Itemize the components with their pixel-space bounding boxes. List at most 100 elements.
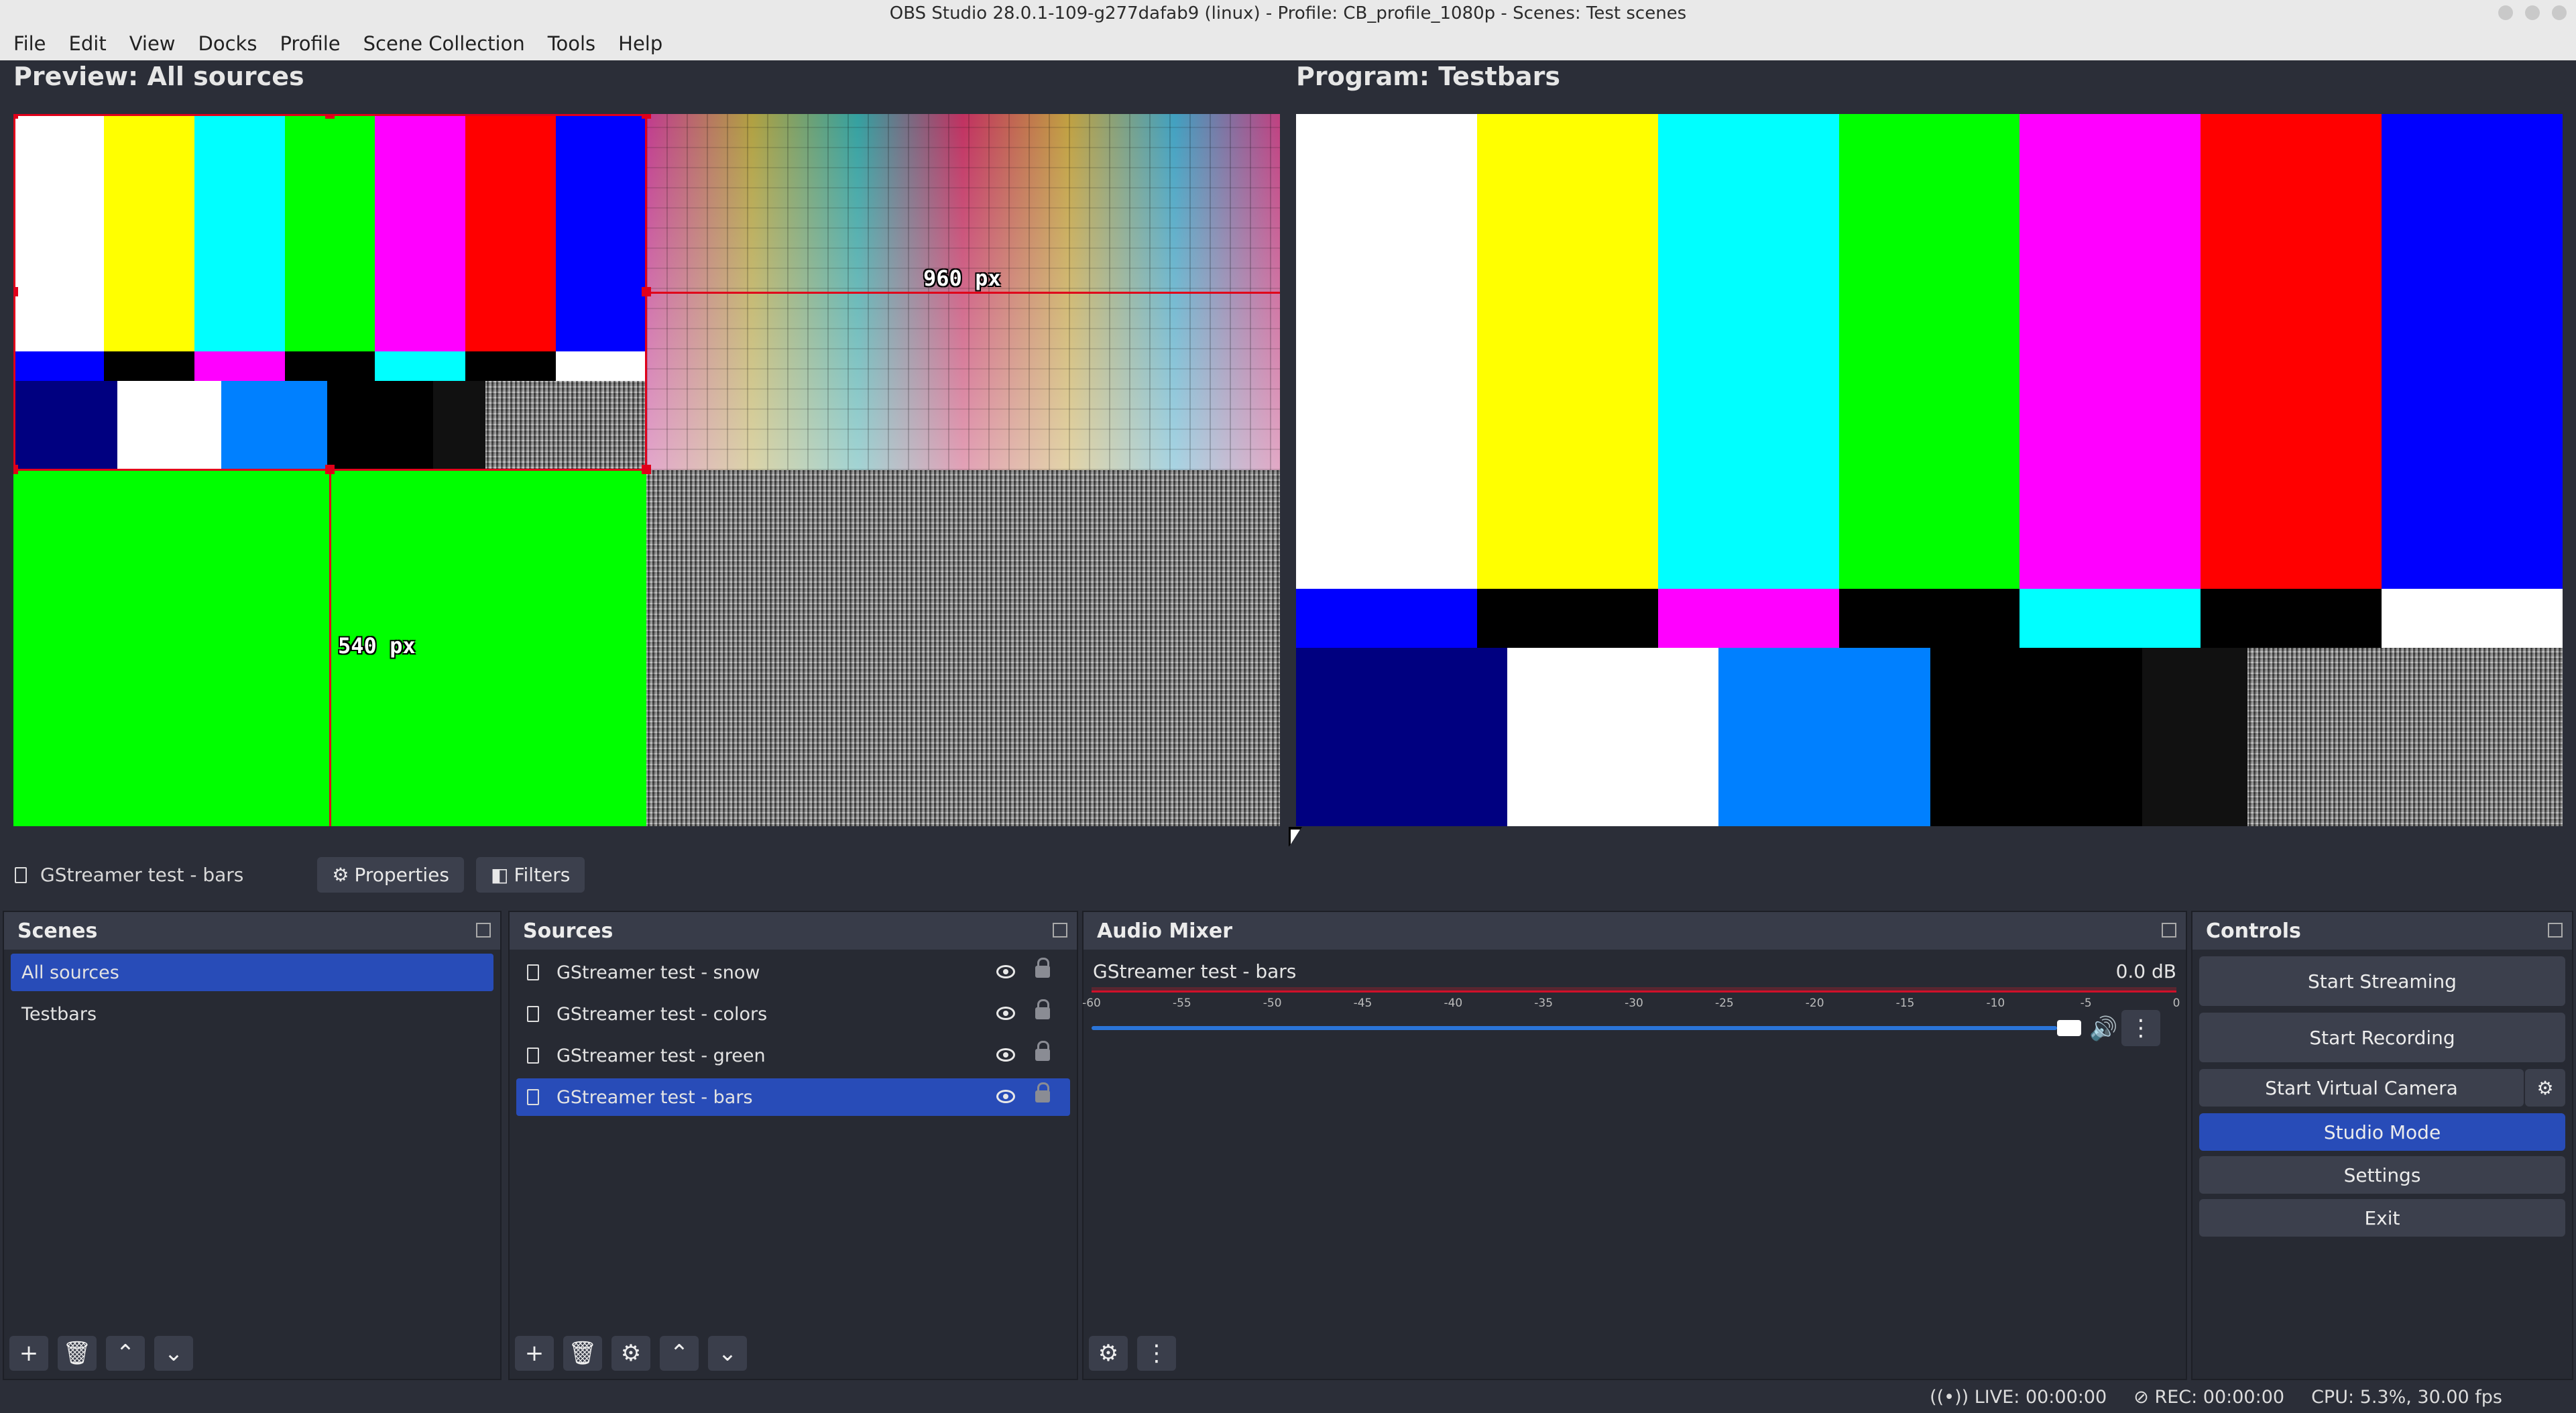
menu-edit[interactable]: Edit <box>62 30 113 58</box>
menu-profile[interactable]: Profile <box>273 30 347 58</box>
move-source-up-button[interactable]: ⌃ <box>660 1336 699 1371</box>
source-item-label: GStreamer test - green <box>557 1045 766 1066</box>
source-item-bars[interactable]: GStreamer test - bars <box>516 1078 1070 1116</box>
resize-handle-top-right[interactable] <box>642 114 651 119</box>
preview-canvas[interactable]: 960 px 540 px <box>13 114 1280 826</box>
program-bars-top-row <box>1296 114 2563 589</box>
remove-source-button[interactable]: 🗑 <box>563 1336 602 1371</box>
snow-source-preview[interactable] <box>646 470 1280 826</box>
start-virtual-camera-button[interactable]: Start Virtual Camera <box>2199 1069 2524 1107</box>
move-scene-up-button[interactable]: ⌃ <box>106 1336 145 1371</box>
resize-handle-bottom-left[interactable] <box>13 465 18 474</box>
settings-button[interactable]: Settings <box>2199 1156 2565 1194</box>
resize-handle-top[interactable] <box>325 114 335 119</box>
resize-handle-right[interactable] <box>642 287 651 296</box>
db-scale: -60 -55 -50 -45 -40 -35 -30 -25 -20 -15 -10 -5 0 <box>1082 997 2180 1013</box>
resize-handle-bottom[interactable] <box>325 465 335 474</box>
record-icon: ⊘ <box>2133 1387 2155 1408</box>
mixer-level-readout: 0.0 dB <box>2115 960 2176 982</box>
eye-icon[interactable] <box>996 965 1015 978</box>
db-tick-label: -20 <box>1805 997 1824 1010</box>
source-item-colors[interactable]: GStreamer test - colors <box>516 995 1070 1033</box>
move-scene-down-button[interactable]: ⌄ <box>154 1336 193 1371</box>
scene-item-all-sources[interactable]: All sources <box>11 954 493 991</box>
add-source-button[interactable]: + <box>515 1336 554 1371</box>
studio-mode-button[interactable]: Studio Mode <box>2199 1113 2565 1151</box>
lock-icon[interactable] <box>1035 1082 1050 1103</box>
db-tick-label: -45 <box>1353 997 1372 1010</box>
undock-icon[interactable] <box>2162 923 2176 938</box>
trash-icon: 🗑 <box>568 1340 597 1367</box>
db-tick-label: -50 <box>1263 997 1282 1010</box>
bars-bottom-row <box>13 381 646 470</box>
menu-docks[interactable]: Docks <box>192 30 264 58</box>
source-item-snow[interactable]: GStreamer test - snow <box>516 954 1070 991</box>
audio-mixer-title: Audio Mixer <box>1097 919 1233 943</box>
channel-menu-button[interactable]: ⋮ <box>2121 1010 2160 1046</box>
source-item-green[interactable]: GStreamer test - green <box>516 1037 1070 1074</box>
selected-source-name: GStreamer test - bars <box>40 864 244 886</box>
resize-handle-left[interactable] <box>13 287 18 296</box>
speaker-icon[interactable]: 🔊 <box>2089 1015 2117 1042</box>
db-tick-label: -40 <box>1444 997 1463 1010</box>
move-source-down-button[interactable]: ⌄ <box>708 1336 747 1371</box>
scenes-title: Scenes <box>17 919 98 943</box>
sources-dock-title: Sources <box>510 912 1077 950</box>
mouse-cursor <box>1291 830 1300 844</box>
lock-icon[interactable] <box>1035 1041 1050 1061</box>
height-distance-label: 540 px <box>338 633 416 659</box>
rec-timer: REC: 00:00:00 <box>2154 1387 2285 1408</box>
eye-icon[interactable] <box>996 1048 1015 1062</box>
undock-icon[interactable] <box>2548 923 2563 938</box>
volume-slider-thumb[interactable] <box>2057 1020 2081 1036</box>
bars-source-preview[interactable] <box>13 114 647 470</box>
sources-dock: Sources GStreamer test - snow GStreamer … <box>508 911 1078 1380</box>
eye-icon[interactable] <box>996 1007 1015 1020</box>
bars-top-row <box>13 114 647 351</box>
virtual-camera-settings-button[interactable]: ⚙ <box>2525 1069 2565 1107</box>
program-title: Program: Testbars <box>1296 62 1560 91</box>
filters-button[interactable]: ◧ Filters <box>475 857 585 893</box>
lock-icon[interactable] <box>1035 958 1050 978</box>
db-tick-label: -60 <box>1082 997 1101 1010</box>
resize-handle-top-left[interactable] <box>13 114 18 119</box>
window-controls <box>2498 5 2567 20</box>
properties-button[interactable]: ⚙ Properties <box>317 857 464 893</box>
file-icon <box>527 1006 539 1022</box>
chevron-up-icon: ⌃ <box>115 1340 135 1367</box>
menu-help[interactable]: Help <box>611 30 669 58</box>
rec-status: ⊘ REC: 00:00:00 <box>2133 1387 2284 1408</box>
source-item-label: GStreamer test - bars <box>557 1086 753 1108</box>
start-streaming-button[interactable]: Start Streaming <box>2199 956 2565 1006</box>
maximize-button[interactable] <box>2525 5 2540 20</box>
resize-handle-bottom-right[interactable] <box>642 465 651 474</box>
db-tick-label: -55 <box>1172 997 1191 1010</box>
gear-icon: ⚙ <box>620 1340 642 1367</box>
remove-scene-button[interactable]: 🗑 <box>58 1336 97 1371</box>
menu-bar: File Edit View Docks Profile Scene Colle… <box>0 27 2576 60</box>
menu-view[interactable]: View <box>123 30 182 58</box>
menu-tools[interactable]: Tools <box>541 30 602 58</box>
kebab-icon: ⋮ <box>1145 1340 1168 1367</box>
mixer-menu-button[interactable]: ⋮ <box>1137 1336 1176 1371</box>
undock-icon[interactable] <box>1053 923 1067 938</box>
scene-item-label: Testbars <box>21 1003 97 1025</box>
file-icon <box>527 1089 539 1105</box>
volume-slider-track[interactable] <box>1092 1026 2057 1030</box>
exit-button[interactable]: Exit <box>2199 1199 2565 1237</box>
scene-item-testbars[interactable]: Testbars <box>11 995 493 1033</box>
source-properties-button[interactable]: ⚙ <box>611 1336 650 1371</box>
start-recording-button[interactable]: Start Recording <box>2199 1013 2565 1062</box>
menu-file[interactable]: File <box>7 30 53 58</box>
menu-scene-collection[interactable]: Scene Collection <box>357 30 532 58</box>
lock-icon[interactable] <box>1035 999 1050 1019</box>
minimize-button[interactable] <box>2498 5 2513 20</box>
advanced-audio-button[interactable]: ⚙ <box>1089 1336 1128 1371</box>
broadcast-icon: ((•)) <box>1930 1387 1975 1408</box>
undock-icon[interactable] <box>476 923 491 938</box>
close-button[interactable] <box>2552 5 2567 20</box>
file-icon <box>15 866 27 883</box>
eye-icon[interactable] <box>996 1090 1015 1103</box>
gear-icon: ⚙ <box>332 864 349 886</box>
add-scene-button[interactable]: + <box>9 1336 48 1371</box>
